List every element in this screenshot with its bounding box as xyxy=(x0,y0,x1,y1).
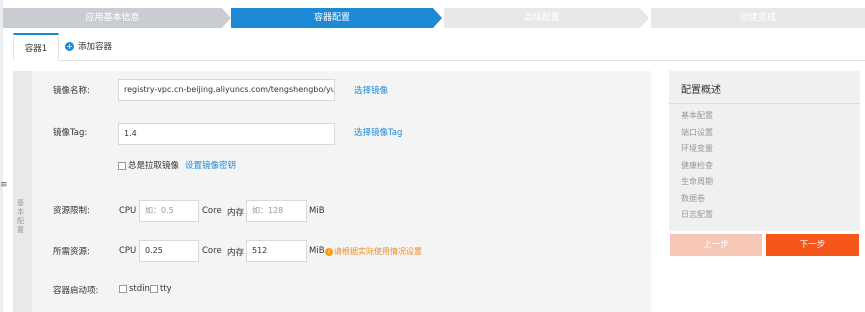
menu-handle-icon[interactable]: ≡ xyxy=(0,180,8,190)
tab-label: 容器1 xyxy=(24,44,48,54)
section-side-label: 基本配置 xyxy=(13,71,32,312)
step-container-config: 容器配置 xyxy=(231,8,433,28)
summary-item-volumes[interactable]: 数据卷 xyxy=(681,193,705,204)
resource-warning: ! 请根据实际使用情况设置 xyxy=(325,246,422,257)
next-step-button[interactable]: 下一步 xyxy=(766,234,859,256)
resource-request-label: 所需资源: xyxy=(53,247,90,257)
request-cpu-input[interactable]: 0.25 xyxy=(139,240,199,262)
resource-limit-label: 资源限制: xyxy=(53,206,90,216)
summary-item-basic[interactable]: 基本配置 xyxy=(681,110,713,121)
request-cpu-label: CPU xyxy=(119,246,137,256)
request-memory-label: 内存 xyxy=(227,248,245,258)
step-chevron xyxy=(222,8,231,28)
container-tabs: 容器1 + 添加容器 xyxy=(13,33,865,61)
startup-options-label: 容器启动项: xyxy=(53,286,99,296)
summary-title: 配置概述 xyxy=(681,85,721,96)
plus-icon: + xyxy=(65,42,74,51)
limit-cpu-label: CPU xyxy=(119,206,137,216)
image-name-input[interactable]: registry-vpc.cn-beijing.aliyuncs.com/ten… xyxy=(118,79,335,101)
limit-memory-label: 内存 xyxy=(227,208,245,218)
step-basic-info: 应用基本信息 xyxy=(3,8,222,28)
request-core-label: Core xyxy=(202,246,222,256)
limit-cpu-input[interactable]: 如：0.5 xyxy=(139,200,199,222)
always-pull-label: 总是拉取镜像 xyxy=(128,161,180,171)
config-summary-panel: 配置概述 基本配置 端口设置 环境变量 健康检查 生命周期 数据卷 日志配置 xyxy=(669,71,860,231)
image-tag-label: 镜像Tag: xyxy=(53,128,88,138)
warning-icon: ! xyxy=(325,247,333,256)
step-label: 容器配置 xyxy=(313,13,350,23)
summary-item-ports[interactable]: 端口设置 xyxy=(681,127,713,138)
stdin-checkbox[interactable] xyxy=(119,284,127,293)
request-mib-label: MiB xyxy=(309,246,325,256)
image-tag-input[interactable]: 1.4 xyxy=(118,123,335,145)
select-tag-link[interactable]: 选择镜像Tag xyxy=(354,126,402,138)
step-advanced-config: 高级配置 xyxy=(444,8,640,28)
image-name-label: 镜像名称: xyxy=(53,86,90,96)
step-create-complete: 创建完成 xyxy=(651,8,865,28)
stdin-option[interactable]: stdin xyxy=(119,284,150,294)
add-container-button[interactable]: + 添加容器 xyxy=(65,33,112,61)
set-image-secret-link[interactable]: 设置镜像密钥 xyxy=(185,159,236,171)
select-image-link[interactable]: 选择镜像 xyxy=(354,84,388,96)
left-edge-strip xyxy=(0,0,3,312)
limit-mib-label: MiB xyxy=(309,206,325,216)
step-label: 创建完成 xyxy=(739,13,776,23)
previous-step-button[interactable]: 上一步 xyxy=(670,234,762,256)
limit-core-label: Core xyxy=(202,206,222,216)
summary-item-lifecycle[interactable]: 生命周期 xyxy=(681,176,713,187)
summary-item-health[interactable]: 健康检查 xyxy=(681,160,713,171)
always-pull-option[interactable]: 总是拉取镜像 xyxy=(118,159,179,171)
step-chevron xyxy=(433,8,442,28)
always-pull-checkbox[interactable] xyxy=(118,161,126,170)
step-label: 应用基本信息 xyxy=(85,13,140,23)
steps-bar: 应用基本信息 容器配置 高级配置 创建完成 xyxy=(3,8,865,28)
tty-option[interactable]: tty xyxy=(150,284,172,294)
tty-checkbox[interactable] xyxy=(150,284,158,293)
container-form: 基本配置 镜像名称: registry-vpc.cn-beijing.aliyu… xyxy=(13,71,651,312)
step-chevron xyxy=(640,8,649,28)
request-memory-input[interactable]: 512 xyxy=(246,240,307,262)
summary-item-env[interactable]: 环境变量 xyxy=(681,143,713,154)
step-label: 高级配置 xyxy=(523,13,560,23)
summary-divider xyxy=(669,103,860,104)
stdin-label: stdin xyxy=(129,284,150,294)
app-frame: ≡ 应用基本信息 容器配置 高级配置 创建完成 容器1 + 添加容器 基本配置 镜… xyxy=(0,0,865,312)
tty-label: tty xyxy=(160,284,172,294)
summary-item-logs[interactable]: 日志配置 xyxy=(681,209,713,220)
tab-container-1[interactable]: 容器1 xyxy=(13,33,59,61)
add-container-label: 添加容器 xyxy=(78,42,113,52)
resource-warning-text: 请根据实际使用情况设置 xyxy=(334,247,422,256)
limit-memory-input[interactable]: 如：128 xyxy=(246,200,307,222)
side-label-text: 基本配置 xyxy=(17,199,24,234)
